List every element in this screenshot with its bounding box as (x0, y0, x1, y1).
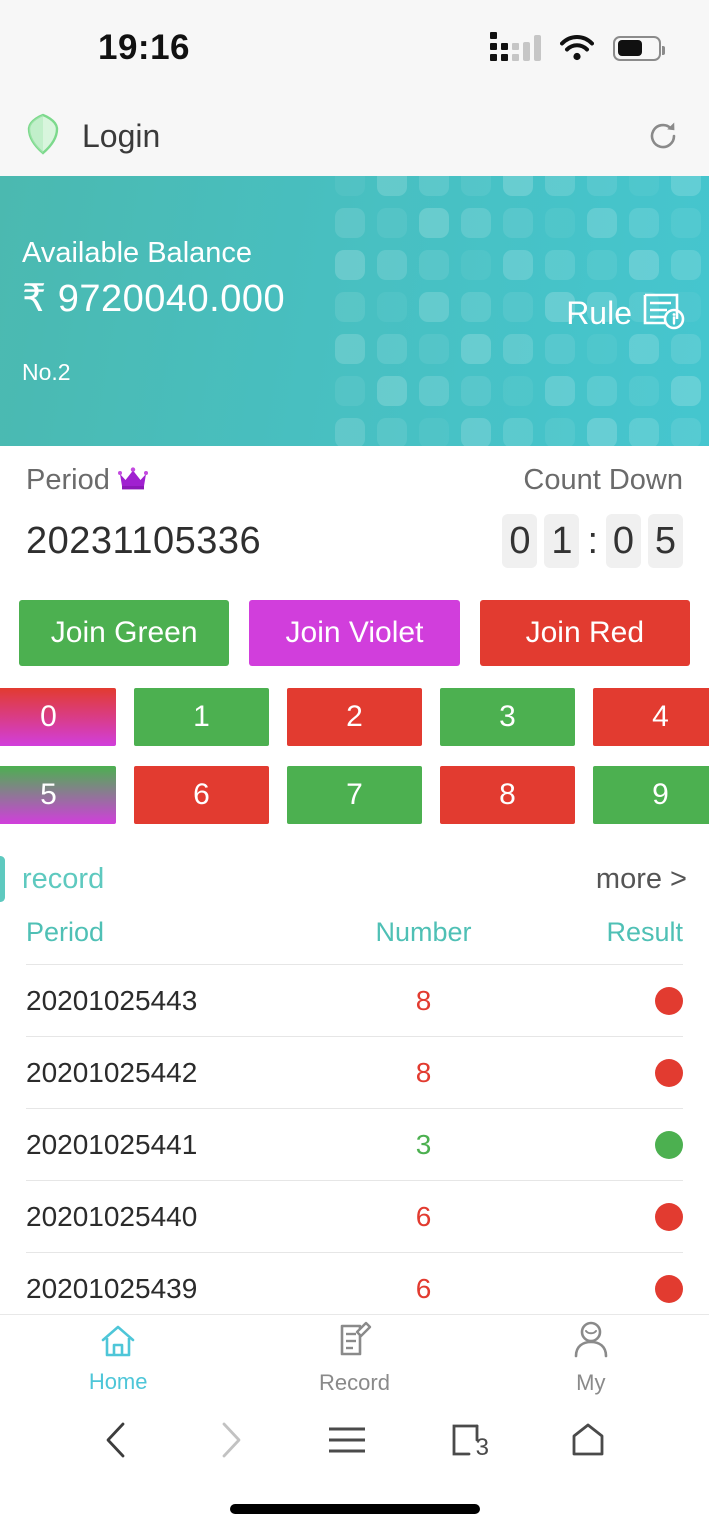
countdown-timer: 0 1 : 0 5 (502, 514, 683, 568)
number-button-1[interactable]: 1 (134, 688, 269, 746)
rule-label: Rule (566, 295, 632, 331)
person-icon (569, 1320, 613, 1367)
table-row: 20201025441 3 (26, 1108, 683, 1180)
tab-home[interactable]: Home (0, 1321, 236, 1395)
wifi-icon (560, 34, 594, 61)
shield-icon (26, 113, 60, 160)
number-button-2[interactable]: 2 (287, 688, 422, 746)
countdown-minute-ones: 1 (544, 514, 580, 568)
number-button-4[interactable]: 4 (593, 688, 709, 746)
table-row: 20201025442 8 (26, 1036, 683, 1108)
period-label: Period (26, 464, 110, 496)
tab-my[interactable]: My (473, 1320, 709, 1396)
number-button-8[interactable]: 8 (440, 766, 575, 824)
record-result (532, 986, 683, 1015)
record-number: 8 (415, 984, 432, 1016)
chevron-left-icon[interactable] (99, 1419, 135, 1461)
join-green-button[interactable]: Join Green (19, 600, 230, 666)
number-buttons-row: 56789 (0, 766, 709, 824)
column-header-number: Number (375, 917, 472, 947)
join-violet-button[interactable]: Join Violet (249, 600, 460, 666)
phone-screen: 19:16 Login Available Balance ₹ 9720040.… (0, 0, 709, 1536)
number-button-6[interactable]: 6 (134, 766, 269, 824)
tab-label: Home (88, 1368, 148, 1394)
table-row: 20201025443 8 (26, 964, 683, 1036)
join-red-button[interactable]: Join Red (479, 600, 690, 666)
record-table: Period Number Result 20201025443 8 2020102… (0, 908, 709, 1324)
number-button-0[interactable]: 0 (0, 688, 116, 746)
chevron-right-icon[interactable] (212, 1419, 248, 1461)
crown-icon (117, 466, 148, 495)
period-number: 20231105336 (26, 519, 262, 562)
record-result (532, 1130, 683, 1159)
browser-tabs-count: 3 (475, 1434, 489, 1461)
countdown-second-ones: 5 (648, 514, 683, 568)
period-label-wrap: Period (26, 464, 148, 497)
browser-navigation-bar: 3 (0, 1400, 709, 1480)
app-header-left: Login (26, 113, 160, 160)
browser-home-icon[interactable] (566, 1420, 610, 1460)
record-more-link[interactable]: more > (596, 863, 687, 896)
column-header-period: Period (26, 917, 105, 947)
record-accent-bar (0, 856, 5, 902)
result-dot-green (654, 1130, 683, 1159)
number-buttons-row: 01234 (0, 688, 709, 746)
balance-card: Available Balance ₹ 9720040.000 No.2 Rul… (0, 176, 709, 446)
home-icon (96, 1321, 140, 1366)
home-indicator (229, 1504, 480, 1514)
result-dot-red (654, 1274, 683, 1303)
countdown-minute-tens: 0 (502, 514, 538, 568)
refresh-icon[interactable] (643, 116, 683, 156)
record-number: 8 (415, 1056, 432, 1088)
record-section-header: record more > (0, 844, 709, 908)
result-dot-red (654, 1058, 683, 1087)
login-title: Login (82, 117, 161, 154)
table-row: 20201025440 6 (26, 1180, 683, 1252)
rule-document-info-icon (641, 289, 687, 338)
signal-dots-icon (490, 32, 541, 61)
account-number: No.2 (22, 358, 71, 385)
countdown-separator: : (587, 519, 598, 562)
record-number: 6 (415, 1272, 432, 1304)
join-buttons-row: Join Green Join Violet Join Red (0, 600, 709, 666)
number-button-5[interactable]: 5 (0, 766, 116, 824)
available-balance-label: Available Balance (22, 236, 253, 269)
record-title: record (22, 862, 105, 895)
result-dot-red (654, 986, 683, 1015)
number-button-3[interactable]: 3 (440, 688, 575, 746)
record-period: 20201025442 (26, 1056, 198, 1088)
number-button-9[interactable]: 9 (593, 766, 709, 824)
record-result (532, 1274, 683, 1303)
record-period: 20201025440 (26, 1200, 198, 1232)
number-buttons-grid: 01234 56789 (0, 688, 709, 824)
countdown-label: Count Down (523, 464, 683, 496)
record-period: 20201025443 (26, 984, 198, 1016)
tab-record[interactable]: Record (236, 1320, 472, 1396)
status-bar-time: 19:16 (98, 28, 191, 67)
browser-tabs-icon[interactable]: 3 (447, 1420, 489, 1461)
status-bar: 19:16 (0, 0, 709, 96)
battery-icon (613, 35, 665, 61)
record-number: 6 (415, 1200, 432, 1232)
period-section: Period Count Down 20231105336 0 1 : 0 5 (0, 446, 709, 568)
number-button-7[interactable]: 7 (287, 766, 422, 824)
app-header: Login (0, 96, 709, 176)
bottom-tab-bar: Home Record My (0, 1314, 709, 1400)
record-period: 20201025439 (26, 1272, 198, 1304)
countdown-second-tens: 0 (606, 514, 641, 568)
column-header-result: Result (606, 917, 683, 947)
record-document-icon (332, 1320, 376, 1367)
status-bar-icons (490, 32, 665, 61)
result-dot-red (654, 1202, 683, 1231)
record-period: 20201025441 (26, 1128, 198, 1160)
hamburger-menu-icon[interactable] (325, 1423, 369, 1457)
record-result (532, 1202, 683, 1231)
record-table-header: Period Number Result (26, 908, 683, 964)
record-number: 3 (415, 1128, 432, 1160)
tab-label: Record (319, 1369, 390, 1395)
tab-label: My (576, 1369, 606, 1395)
record-result (532, 1058, 683, 1087)
rule-button[interactable]: Rule (566, 289, 687, 338)
